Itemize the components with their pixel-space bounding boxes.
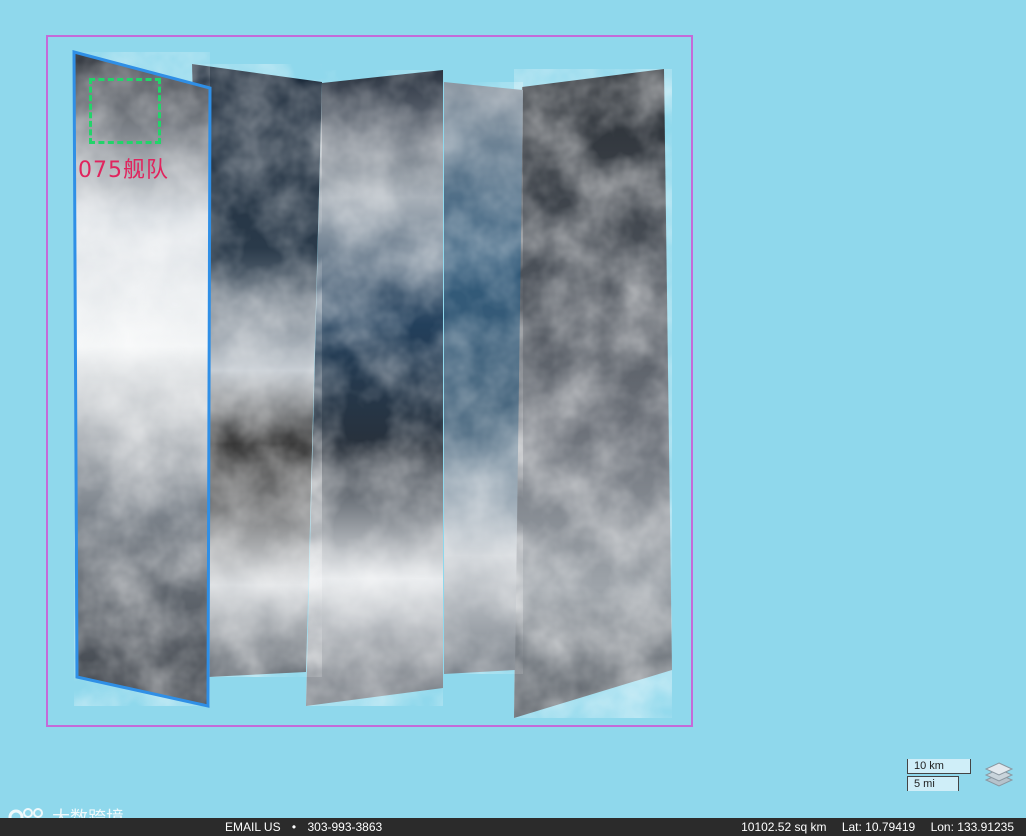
layers-icon bbox=[984, 762, 1014, 787]
latitude-readout: Lat: 10.79419 bbox=[841, 820, 916, 834]
footer-separator: • bbox=[291, 820, 297, 834]
footer-stats: 10102.52 sq km Lat: 10.79419 Lon: 133.91… bbox=[729, 818, 1014, 836]
footer-phone: 303-993-3863 bbox=[307, 820, 383, 834]
target-label: 075舰队 bbox=[78, 158, 169, 183]
footer-contact: EMAIL US • 303-993-3863 bbox=[225, 818, 382, 836]
watermark: 大数跨境 bbox=[8, 804, 124, 818]
area-readout: 10102.52 sq km bbox=[741, 820, 827, 834]
map-canvas[interactable]: 075舰队 10 km 5 mi 大数跨境 bbox=[0, 0, 1026, 818]
scale-mi-label: 5 mi bbox=[907, 776, 959, 791]
scale-bar: 10 km 5 mi bbox=[907, 759, 973, 791]
email-us-link[interactable]: EMAIL US bbox=[225, 820, 281, 834]
watermark-text: 大数跨境 bbox=[52, 804, 124, 818]
status-footer: EMAIL US • 303-993-3863 10102.52 sq km L… bbox=[0, 818, 1026, 836]
watermark-logo-icon bbox=[8, 808, 43, 818]
scale-km-label: 10 km bbox=[907, 759, 971, 774]
target-marker-box[interactable] bbox=[89, 78, 161, 144]
layers-button[interactable] bbox=[984, 760, 1014, 788]
longitude-readout: Lon: 133.91235 bbox=[930, 820, 1014, 834]
